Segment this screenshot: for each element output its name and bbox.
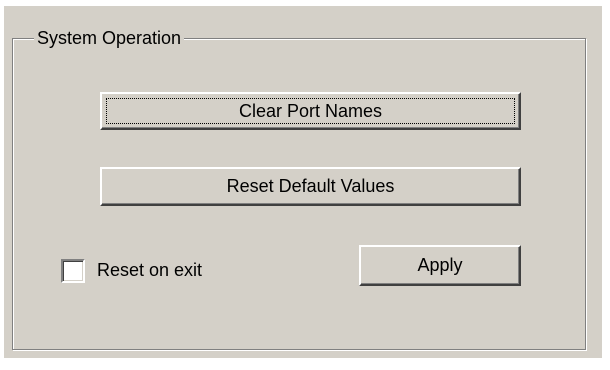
- reset-default-values-label: Reset Default Values: [226, 176, 395, 196]
- clear-port-names-label: Clear Port Names: [238, 100, 383, 121]
- groupbox-title: System Operation: [34, 28, 185, 48]
- apply-label: Apply: [417, 255, 463, 275]
- reset-on-exit-checkbox[interactable]: [61, 259, 85, 283]
- apply-button[interactable]: Apply: [359, 245, 521, 286]
- reset-on-exit-label[interactable]: Reset on exit: [97, 260, 202, 280]
- clear-port-names-button[interactable]: Clear Port Names: [100, 92, 521, 130]
- reset-default-values-button[interactable]: Reset Default Values: [100, 167, 521, 206]
